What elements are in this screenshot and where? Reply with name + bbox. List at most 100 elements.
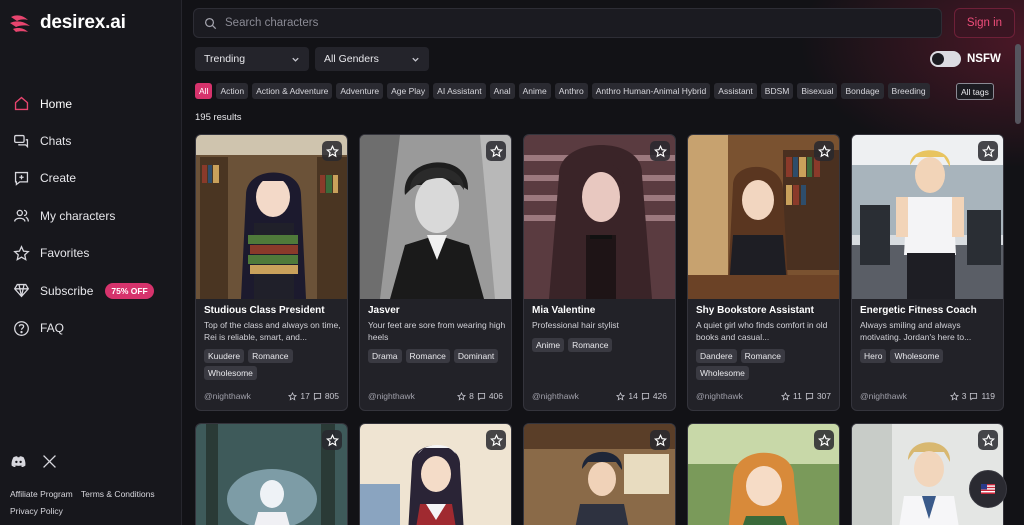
character-tag[interactable]: Romance xyxy=(405,349,450,363)
character-tag[interactable]: Drama xyxy=(368,349,402,363)
tag-chip[interactable]: Anthro Human-Animal Hybrid xyxy=(591,83,711,99)
author-handle[interactable]: @nighthawk xyxy=(532,391,579,401)
sidebar-item-favorites[interactable]: Favorites xyxy=(0,235,182,272)
privacy-link[interactable]: Privacy Policy xyxy=(10,506,63,516)
nsfw-toggle[interactable] xyxy=(930,51,961,67)
x-icon[interactable] xyxy=(41,453,58,470)
card-stats: 11 307 xyxy=(780,391,831,401)
star-icon xyxy=(457,391,467,401)
character-tag[interactable]: Anime xyxy=(532,338,565,352)
star-icon xyxy=(489,144,503,157)
character-card[interactable]: Energetic Fitness Coach Always smiling a… xyxy=(851,134,1004,411)
card-stats: 8 406 xyxy=(457,391,503,401)
tag-chip[interactable]: Bisexual xyxy=(797,83,838,99)
character-tag[interactable]: Wholesome xyxy=(204,366,257,380)
search-input[interactable] xyxy=(225,17,905,29)
all-tags-button[interactable]: All tags xyxy=(956,83,994,100)
language-selector[interactable] xyxy=(969,470,1007,508)
sidebar-item-chats[interactable]: Chats xyxy=(0,122,182,159)
character-name: Studious Class President xyxy=(204,305,325,316)
character-card[interactable]: Jasver Your feet are sore from wearing h… xyxy=(359,134,512,411)
favorite-button[interactable] xyxy=(814,141,834,161)
sidebar-item-label: FAQ xyxy=(40,321,65,336)
sign-in-button[interactable]: Sign in xyxy=(954,8,1015,38)
logo[interactable]: desirex.ai xyxy=(8,10,126,36)
terms-link[interactable]: Terms & Conditions xyxy=(81,489,155,499)
tag-chip[interactable]: AI Assistant xyxy=(433,83,486,99)
author-handle[interactable]: @nighthawk xyxy=(860,391,907,401)
character-card[interactable] xyxy=(359,423,512,525)
author-handle[interactable]: @nighthawk xyxy=(368,391,415,401)
character-tag[interactable]: Romance xyxy=(568,338,613,352)
sidebar-item-faq[interactable]: FAQ xyxy=(0,309,182,346)
character-tag[interactable]: Kuudere xyxy=(204,349,245,363)
character-card[interactable] xyxy=(195,423,348,525)
star-icon xyxy=(325,144,339,157)
chat-icon xyxy=(641,392,649,400)
sidebar-item-subscribe[interactable]: Subscribe 75% OFF xyxy=(0,272,182,309)
tag-chip[interactable]: Anime xyxy=(518,83,551,99)
favorite-button[interactable] xyxy=(486,430,506,450)
search-bar[interactable] xyxy=(193,8,942,38)
social-links xyxy=(10,453,58,470)
gender-dropdown[interactable]: All Genders xyxy=(315,47,429,71)
character-tags: Anime Romance xyxy=(532,338,672,352)
character-card[interactable] xyxy=(687,423,840,525)
tag-chip[interactable]: Adventure xyxy=(336,83,384,99)
character-tag[interactable]: Hero xyxy=(860,349,887,363)
character-name: Energetic Fitness Coach xyxy=(860,305,977,316)
favorite-button[interactable] xyxy=(322,430,342,450)
tag-chip[interactable]: Action & Adventure xyxy=(252,83,333,99)
tag-chip[interactable]: Bondage xyxy=(841,83,884,99)
character-card[interactable]: Shy Bookstore Assistant A quiet girl who… xyxy=(687,134,840,411)
sidebar: desirex.ai Home Chats Create My characte… xyxy=(0,0,182,525)
favorite-button[interactable] xyxy=(322,141,342,161)
character-name: Shy Bookstore Assistant xyxy=(696,305,814,316)
character-tag[interactable]: Wholesome xyxy=(696,366,749,380)
affiliate-link[interactable]: Affiliate Program xyxy=(10,489,73,499)
sidebar-item-home[interactable]: Home xyxy=(0,85,182,122)
chat-icon xyxy=(313,392,321,400)
character-card[interactable] xyxy=(523,423,676,525)
sidebar-item-my-characters[interactable]: My characters xyxy=(0,197,182,234)
card-stats: 3 119 xyxy=(949,391,995,401)
author-handle[interactable]: @nighthawk xyxy=(204,391,251,401)
favorite-button[interactable] xyxy=(650,430,670,450)
character-tag[interactable]: Dandere xyxy=(696,349,737,363)
tag-chip[interactable]: BDSM xyxy=(760,83,794,99)
author-handle[interactable]: @nighthawk xyxy=(696,391,743,401)
character-tag[interactable]: Romance xyxy=(740,349,785,363)
tag-chip[interactable]: Breeding xyxy=(887,83,930,99)
favorite-button[interactable] xyxy=(650,141,670,161)
favorite-button[interactable] xyxy=(978,430,998,450)
scrollbar[interactable] xyxy=(1015,44,1021,124)
star-icon xyxy=(817,433,831,446)
tag-chip[interactable]: Age Play xyxy=(387,83,430,99)
diamond-icon xyxy=(12,282,30,300)
favorite-button[interactable] xyxy=(978,141,998,161)
character-tag[interactable]: Wholesome xyxy=(890,349,944,363)
character-card[interactable]: Mia Valentine Professional hair stylist … xyxy=(523,134,676,411)
favorite-button[interactable] xyxy=(814,430,834,450)
favorite-button[interactable] xyxy=(486,141,506,161)
character-name: Jasver xyxy=(368,305,400,316)
sidebar-item-label: Home xyxy=(40,96,73,111)
discord-icon[interactable] xyxy=(10,453,27,470)
star-icon xyxy=(653,144,667,157)
tag-chip[interactable]: Anthro xyxy=(554,83,588,99)
tag-chip-all[interactable]: All xyxy=(195,83,213,99)
sidebar-item-create[interactable]: Create xyxy=(0,160,182,197)
tag-chip[interactable]: Assistant xyxy=(714,83,757,99)
chat-icon xyxy=(477,392,485,400)
character-tag[interactable]: Romance xyxy=(248,349,293,363)
character-tags: Kuudere Romance Wholesome xyxy=(204,349,344,380)
sort-dropdown[interactable]: Trending xyxy=(195,47,309,71)
tag-chip[interactable]: Anal xyxy=(489,83,515,99)
home-icon xyxy=(12,95,30,113)
character-description: Always smiling and always motivating. Jo… xyxy=(860,320,972,342)
sidebar-item-label: Favorites xyxy=(40,246,90,261)
tag-chip[interactable]: Action xyxy=(216,83,249,99)
sort-value: Trending xyxy=(204,53,246,65)
character-tag[interactable]: Dominant xyxy=(453,349,499,363)
character-card[interactable]: Studious Class President Top of the clas… xyxy=(195,134,348,411)
